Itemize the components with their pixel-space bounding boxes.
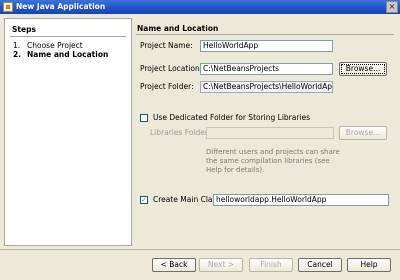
create-main-class-label: Create Main Class bbox=[153, 195, 221, 204]
window-title: New Java Application bbox=[16, 2, 106, 11]
project-name-field[interactable]: HelloWorldApp bbox=[200, 40, 333, 52]
checkmark-icon: ✓ bbox=[141, 196, 147, 204]
step-item-choose-project: 1. Choose Project bbox=[13, 41, 83, 50]
content-divider bbox=[136, 34, 394, 35]
project-folder-field[interactable]: C:\NetBeansProjects\HelloWorldApp bbox=[200, 81, 333, 93]
back-button[interactable]: < Back bbox=[152, 258, 196, 272]
steps-header: Steps bbox=[12, 25, 36, 34]
close-icon: × bbox=[388, 2, 396, 11]
step-number: 2. bbox=[13, 50, 22, 59]
step-item-name-and-location: 2. Name and Location bbox=[13, 50, 108, 59]
browse-location-button[interactable]: Browse... bbox=[339, 62, 387, 76]
step-label: Name and Location bbox=[27, 50, 109, 59]
window-title-bar: New Java Application × bbox=[0, 0, 400, 14]
step-label: Choose Project bbox=[27, 41, 83, 50]
dedicated-folder-checkbox[interactable] bbox=[140, 114, 148, 122]
project-name-label: Project Name: bbox=[140, 41, 193, 50]
project-folder-label: Project Folder: bbox=[140, 82, 194, 91]
button-bar-divider bbox=[0, 249, 400, 250]
libraries-folder-label: Libraries Folder: bbox=[150, 128, 211, 137]
steps-panel: Steps 1. Choose Project 2. Name and Locati… bbox=[4, 18, 132, 246]
steps-divider bbox=[10, 36, 126, 37]
next-button[interactable]: Next > bbox=[199, 258, 243, 272]
dedicated-folder-label: Use Dedicated Folder for Storing Librari… bbox=[153, 113, 311, 122]
project-location-field[interactable]: C:\NetBeansProjects bbox=[200, 63, 333, 75]
browse-libraries-button[interactable]: Browse... bbox=[339, 126, 387, 140]
step-number: 1. bbox=[13, 41, 21, 50]
close-button[interactable]: × bbox=[386, 1, 398, 13]
project-location-label: Project Location: bbox=[140, 64, 203, 73]
netbeans-app-icon bbox=[3, 2, 13, 12]
finish-button[interactable]: Finish bbox=[249, 258, 293, 272]
help-button[interactable]: Help bbox=[347, 258, 391, 272]
create-main-class-checkbox[interactable]: ✓ bbox=[140, 196, 148, 204]
cancel-button[interactable]: Cancel bbox=[298, 258, 342, 272]
page-title: Name and Location bbox=[137, 24, 219, 33]
libraries-folder-field[interactable] bbox=[206, 127, 334, 139]
main-class-field[interactable]: helloworldapp.HelloWorldApp bbox=[213, 194, 389, 206]
libraries-help-text: Different users and projects can share t… bbox=[206, 148, 340, 174]
